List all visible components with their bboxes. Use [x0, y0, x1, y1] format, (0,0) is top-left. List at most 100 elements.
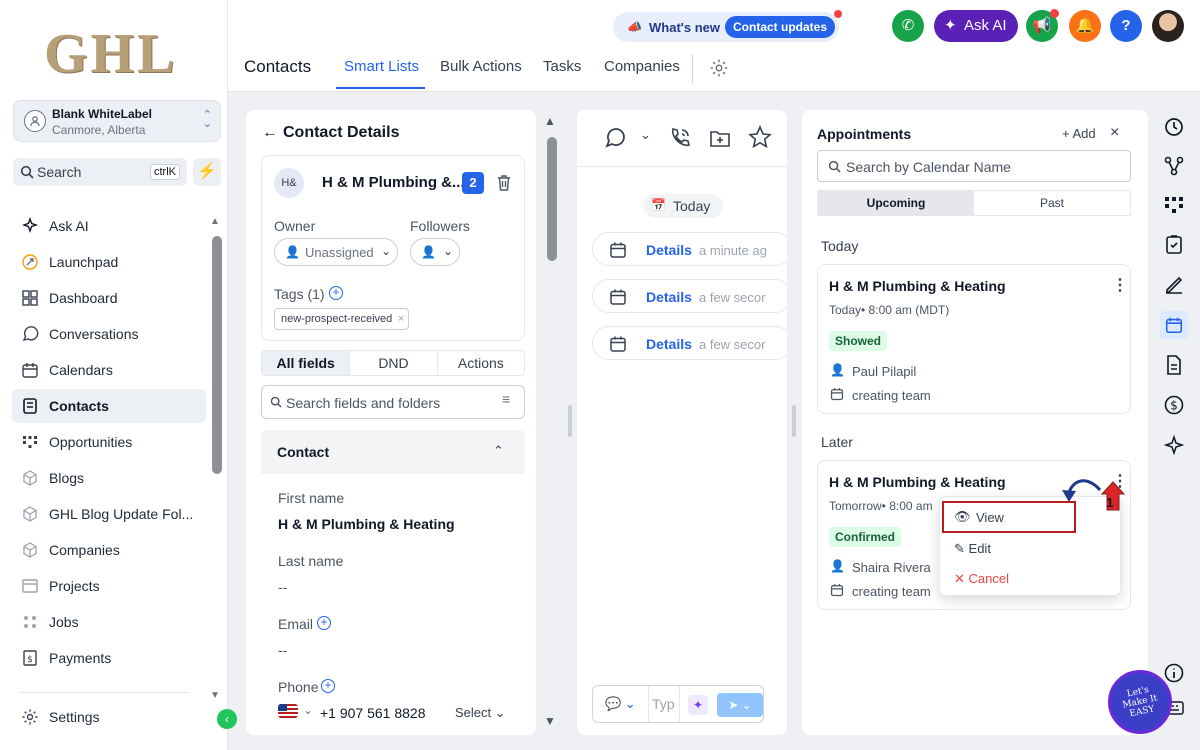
chevron-down-icon[interactable]: ⌄: [303, 703, 313, 717]
details-link[interactable]: Details: [646, 289, 692, 305]
trash-icon[interactable]: [496, 174, 512, 192]
contact-count-badge[interactable]: 2: [462, 172, 484, 194]
phone-icon[interactable]: ✆: [892, 10, 924, 42]
star-icon[interactable]: [748, 125, 772, 149]
scroll-up-icon[interactable]: ▲: [544, 114, 556, 128]
scroll-up-icon[interactable]: ▲: [210, 216, 220, 227]
send-button[interactable]: ➤ ⌄: [717, 693, 763, 717]
resize-handle[interactable]: [792, 405, 796, 437]
tab-tasks[interactable]: Tasks: [543, 58, 581, 75]
menu-item-edit[interactable]: ✎ Edit: [954, 541, 991, 557]
back-arrow-icon[interactable]: ←: [262, 124, 278, 142]
us-flag-icon[interactable]: [278, 704, 298, 718]
appointment-card[interactable]: H & M Plumbing & Heating ⋮ Today• 8:00 am …: [817, 264, 1131, 414]
scroll-down-icon[interactable]: ▼: [544, 714, 556, 728]
tab-smart-lists[interactable]: Smart Lists: [344, 58, 419, 75]
kebab-menu-icon[interactable]: ⋮: [1112, 275, 1128, 295]
menu-item-view[interactable]: 👁 View: [942, 501, 1076, 533]
add-appointment-button[interactable]: + Add: [1062, 126, 1096, 141]
sidebar-item-settings[interactable]: Settings: [12, 700, 206, 734]
sidebar-item-conversations[interactable]: Conversations: [12, 317, 206, 351]
calendar-search-input[interactable]: Search by Calendar Name: [817, 150, 1131, 182]
svg-text:$: $: [1170, 399, 1178, 413]
sidebar-scrollbar[interactable]: [212, 236, 222, 474]
contact-updates-button[interactable]: Contact updates: [725, 16, 836, 38]
close-icon[interactable]: ×: [1110, 124, 1119, 142]
phone-value[interactable]: +1 907 561 8828: [320, 705, 426, 721]
last-name-value[interactable]: --: [278, 579, 287, 595]
folder-add-icon[interactable]: [708, 126, 732, 150]
whats-new-banner[interactable]: 📣 What's new Contact updates: [613, 10, 842, 42]
details-link[interactable]: Details: [646, 242, 692, 258]
sidebar-item-ghl-blog-update-fol[interactable]: GHL Blog Update Fol...: [12, 497, 206, 531]
sidebar-item-payments[interactable]: $ Payments: [12, 641, 206, 675]
opportunities-icon[interactable]: [1162, 193, 1186, 217]
workflow-icon[interactable]: [1162, 154, 1186, 178]
sidebar-item-ask-ai[interactable]: Ask AI: [12, 209, 206, 243]
message-input[interactable]: Typ: [652, 696, 675, 712]
details-scrollbar[interactable]: [547, 137, 557, 261]
add-phone-icon[interactable]: +: [321, 679, 335, 693]
tab-companies[interactable]: Companies: [604, 58, 680, 75]
activity-item[interactable]: Details a few secor: [592, 326, 787, 360]
collapse-sidebar-icon[interactable]: ‹: [217, 709, 237, 729]
account-switcher[interactable]: Blank WhiteLabel Canmore, Alberta ⌃ ⌄: [13, 100, 221, 142]
dollar-icon[interactable]: $: [1162, 393, 1186, 417]
contact-avatar: H&: [274, 168, 304, 198]
sidebar-item-blogs[interactable]: Blogs: [12, 461, 206, 495]
sidebar-item-projects[interactable]: Projects: [12, 569, 206, 603]
user-avatar[interactable]: [1152, 10, 1184, 42]
tab-bulk-actions[interactable]: Bulk Actions: [440, 58, 522, 75]
calendar-icon[interactable]: [1160, 311, 1188, 339]
phone-type-select[interactable]: Select ⌄: [455, 705, 506, 721]
chat-type-icon[interactable]: 💬 ⌄: [605, 696, 636, 712]
settings-gear-icon[interactable]: [709, 58, 729, 78]
remove-tag-icon[interactable]: ×: [398, 309, 404, 329]
ai-assist-icon[interactable]: ✦: [688, 695, 708, 715]
first-name-value[interactable]: H & M Plumbing & Heating: [278, 516, 455, 532]
conversation-icon[interactable]: [603, 126, 627, 150]
activity-item[interactable]: Details a minute ag: [592, 232, 787, 266]
email-value[interactable]: --: [278, 642, 287, 658]
history-icon[interactable]: [1162, 115, 1186, 139]
add-tag-icon[interactable]: +: [329, 286, 343, 300]
filter-icon[interactable]: ≡: [502, 391, 510, 407]
contact-section-header[interactable]: Contact ⌃: [261, 430, 525, 474]
info-icon[interactable]: [1162, 661, 1186, 685]
pen-icon[interactable]: [1162, 271, 1186, 295]
scroll-down-icon[interactable]: ▼: [210, 690, 220, 701]
activity-item[interactable]: Details a few secor: [592, 279, 787, 313]
call-log-icon[interactable]: [668, 126, 692, 150]
owner-select[interactable]: 👤 Unassigned ⌄: [274, 238, 398, 266]
tab-upcoming[interactable]: Upcoming: [818, 191, 974, 215]
document-icon[interactable]: [1162, 353, 1186, 377]
sidebar-item-launchpad[interactable]: Launchpad: [12, 245, 206, 279]
chevron-down-icon[interactable]: ⌄: [640, 127, 651, 143]
sidebar-search[interactable]: Search ctrlK: [13, 158, 187, 186]
sidebar-item-jobs[interactable]: Jobs: [12, 605, 206, 639]
divider: [679, 686, 680, 722]
sidebar-item-opportunities[interactable]: Opportunities: [12, 425, 206, 459]
field-search-input[interactable]: Search fields and folders ≡: [261, 385, 525, 419]
ask-ai-button[interactable]: ✦ Ask AI: [934, 10, 1018, 42]
sidebar-item-dashboard[interactable]: Dashboard: [12, 281, 206, 315]
tab-dnd[interactable]: DND: [349, 351, 436, 375]
sidebar-item-companies[interactable]: Companies: [12, 533, 206, 567]
quick-actions-bolt-icon[interactable]: ⚡: [193, 158, 221, 186]
sidebar-item-calendars[interactable]: Calendars: [12, 353, 206, 387]
sidebar-item-contacts[interactable]: Contacts: [12, 389, 206, 423]
menu-item-cancel[interactable]: ✕ Cancel: [954, 571, 1009, 587]
tab-past[interactable]: Past: [974, 191, 1130, 215]
tasks-icon[interactable]: [1162, 232, 1186, 256]
sparkle-icon[interactable]: [1162, 433, 1186, 457]
search-icon: [270, 396, 282, 408]
sidebar-item-label: GHL Blog Update Fol...: [49, 506, 194, 522]
tab-all-fields[interactable]: All fields: [262, 351, 350, 375]
resize-handle[interactable]: [568, 405, 572, 437]
details-link[interactable]: Details: [646, 336, 692, 352]
bell-icon[interactable]: 🔔: [1069, 10, 1101, 42]
tab-actions[interactable]: Actions: [436, 351, 524, 375]
followers-select[interactable]: 👤 ⌄: [410, 238, 460, 266]
help-icon[interactable]: ?: [1110, 10, 1142, 42]
add-email-icon[interactable]: +: [317, 616, 331, 630]
